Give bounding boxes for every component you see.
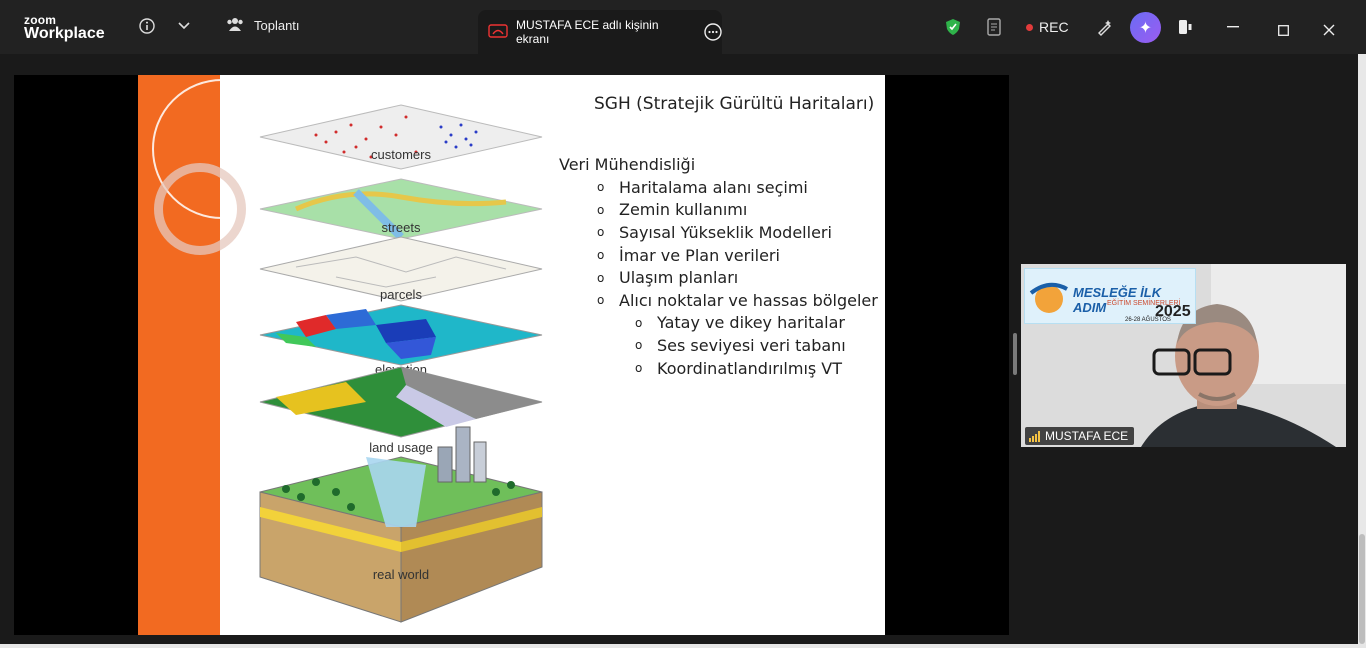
bullet-marker: o: [597, 225, 605, 240]
layer-label-real-world: real world: [373, 567, 429, 582]
screen-share-tab[interactable]: MUSTAFA ECE adlı kişinin ekranı: [478, 10, 722, 54]
sub-bullet-item: o Ses seviyesi veri tabanı: [635, 334, 878, 357]
bullet-marker: o: [597, 248, 605, 263]
bullet-marker: o: [635, 361, 643, 376]
layer-label-streets: streets: [381, 220, 421, 235]
sub-bullet-text: Ses seviyesi veri tabanı: [657, 335, 846, 355]
bullet-marker: o: [597, 180, 605, 195]
sub-bullet-text: Yatay ve dikey haritalar: [657, 313, 845, 333]
participant-name: MUSTAFA ECE: [1045, 429, 1129, 443]
bullet-item: o Alıcı noktalar ve hassas bölgeler: [597, 289, 878, 312]
bullet-marker: o: [635, 338, 643, 353]
bullet-marker: o: [635, 315, 643, 330]
slide-body: Veri Mühendisliği o Haritalama alanı seçi…: [559, 155, 878, 379]
meeting-label: Toplantı: [254, 18, 300, 33]
event-banner: MESLEĞE İLK ADIM EĞİTİM SEMİNERLERİ 2025…: [1024, 268, 1196, 324]
ai-companion-icon[interactable]: ✦: [1130, 12, 1161, 43]
bullet-text: Alıcı noktalar ve hassas bölgeler: [619, 290, 878, 310]
participant-name-tag: MUSTAFA ECE: [1025, 427, 1135, 445]
record-dot-icon: [1026, 23, 1033, 31]
info-icon[interactable]: [138, 17, 156, 35]
close-icon[interactable]: [1320, 21, 1338, 39]
panel-resize-handle[interactable]: [1013, 333, 1017, 375]
bullet-text: Zemin kullanımı: [619, 200, 748, 220]
sub-bullet-item: o Koordinatlandırılmış VT: [635, 357, 878, 380]
document-icon[interactable]: [985, 18, 1003, 36]
bullet-marker: o: [597, 293, 605, 308]
encryption-shield-icon[interactable]: [944, 18, 962, 36]
bullet-marker: o: [597, 270, 605, 285]
gis-layers-diagram: customers streets parcels elevation land…: [259, 104, 543, 623]
sub-bullet-item: o Yatay ve dikey haritalar: [635, 312, 878, 335]
maximize-icon[interactable]: [1274, 21, 1292, 39]
slide-heading: Veri Mühendisliği: [559, 155, 696, 174]
bullet-text: Ulaşım planları: [619, 268, 739, 288]
bullet-text: Sayısal Yükseklik Modelleri: [619, 222, 832, 242]
decorative-ring: [154, 163, 246, 255]
title-bar: zoom Workplace Toplantı MUSTAFA ECE adlı…: [0, 0, 1366, 54]
bullet-item: o Haritalama alanı seçimi: [597, 176, 878, 199]
annotate-icon[interactable]: [1096, 18, 1114, 36]
scrollbar-thumb[interactable]: [1359, 534, 1365, 644]
participant-video-tile[interactable]: MESLEĞE İLK ADIM EĞİTİM SEMİNERLERİ 2025…: [1021, 264, 1346, 447]
participants-icon: [226, 16, 244, 35]
side-panel-icon[interactable]: [1176, 18, 1194, 36]
bullet-item: o Sayısal Yükseklik Modelleri: [597, 221, 878, 244]
recording-indicator[interactable]: REC: [1026, 19, 1069, 35]
globe-logo-icon: [1029, 282, 1068, 313]
bullet-marker: o: [597, 202, 605, 217]
banner-dates: 26-28 AĞUSTOS: [1125, 317, 1171, 323]
meeting-tab[interactable]: Toplantı: [226, 16, 300, 35]
bullet-item: o Ulaşım planları: [597, 266, 878, 289]
window-scrollbar[interactable]: [1358, 54, 1366, 648]
screen-share-icon: [488, 23, 508, 41]
layer-label-customers: customers: [371, 147, 431, 162]
bullet-item: o Zemin kullanımı: [597, 199, 878, 222]
signal-strength-icon: [1029, 430, 1040, 442]
more-options-icon[interactable]: [704, 23, 722, 41]
chevron-down-icon[interactable]: [175, 17, 193, 35]
slide-title: SGH (Stratejik Gürültü Haritaları): [594, 94, 875, 114]
recording-label: REC: [1039, 19, 1069, 35]
share-tab-label: MUSTAFA ECE adlı kişinin ekranı: [516, 18, 659, 46]
minimize-icon[interactable]: [1224, 18, 1242, 36]
bullet-text: Haritalama alanı seçimi: [619, 177, 808, 197]
layer-label-land-usage: land usage: [369, 440, 433, 455]
presentation-slide: customers streets parcels elevation land…: [138, 75, 885, 635]
brand-bottom: Workplace: [24, 25, 105, 42]
sub-bullet-text: Koordinatlandırılmış VT: [657, 358, 843, 378]
zoom-logo: zoom Workplace: [24, 14, 105, 42]
window-bottom-edge: [0, 644, 1366, 648]
bullet-item: o İmar ve Plan verileri: [597, 244, 878, 267]
bullet-text: İmar ve Plan verileri: [619, 245, 780, 265]
layer-label-parcels: parcels: [380, 287, 422, 302]
